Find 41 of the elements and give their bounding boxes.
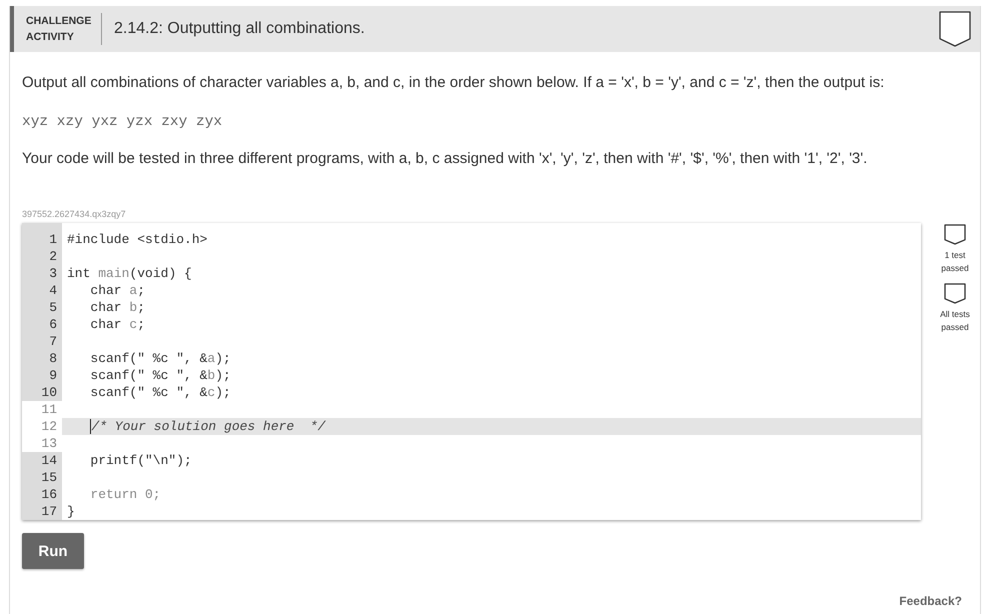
code-line: char b; [90,299,146,316]
test-label: All tests passed [939,308,971,333]
line-number: 12 [22,418,62,435]
line-number: 9 [48,367,58,384]
instruction-text: Your code will be tested in three different programs, with a, b, c assigned with 'x', 'y', 'z', then with '#', '$', '%', then with '1', '2', '3'. [22,149,868,169]
feedback-link[interactable]: Feedback? [899,594,962,608]
code-line: printf("\n"); [90,452,192,469]
text-cursor-icon [90,419,92,434]
line-number: 10 [40,384,58,401]
line-number: 15 [40,469,58,486]
sample-output: xyz xzy yxz yzx zxy zyx [22,113,224,132]
line-number: 17 [40,503,58,520]
activity-id: 397552.2627434.qx3zqy7 [22,208,127,220]
line-number: 7 [48,333,58,350]
line-number: 4 [48,282,58,299]
line-number: 11 [22,401,62,418]
code-line: } [67,503,75,520]
code-line: char a; [90,282,146,299]
test-label: 1 test passed [940,249,970,274]
code-line: scanf(" %c ", &c); [90,384,231,401]
code-line: char c; [90,316,146,333]
line-number: 8 [48,350,58,367]
line-number: 5 [48,299,58,316]
code-line: return 0; [90,486,161,503]
code-line: #include <stdio.h> [67,231,208,248]
instruction-text: Output all combinations of character variables a, b, and c, in the order shown below. If a = 'x', b = 'y', and c = 'z', then the output is: [22,73,886,93]
code-line: scanf(" %c ", &b); [90,367,231,384]
run-button[interactable]: Run [22,533,84,569]
line-number: 16 [40,486,58,503]
activity-title: 2.14.2: Outputting all combinations. [114,20,366,38]
code-line: int main(void) { [67,265,192,282]
line-number: 6 [48,316,58,333]
code-line: scanf(" %c ", &a); [90,350,231,367]
code-editor[interactable] [22,223,921,520]
line-number: 13 [22,435,62,452]
line-number: 14 [40,452,58,469]
activity-type-label: CHALLENGE ACTIVITY [26,14,92,45]
line-number: 2 [48,248,58,265]
code-line: /* Your solution goes here */ [91,418,326,435]
line-number: 3 [48,265,58,282]
line-number: 1 [48,231,58,248]
